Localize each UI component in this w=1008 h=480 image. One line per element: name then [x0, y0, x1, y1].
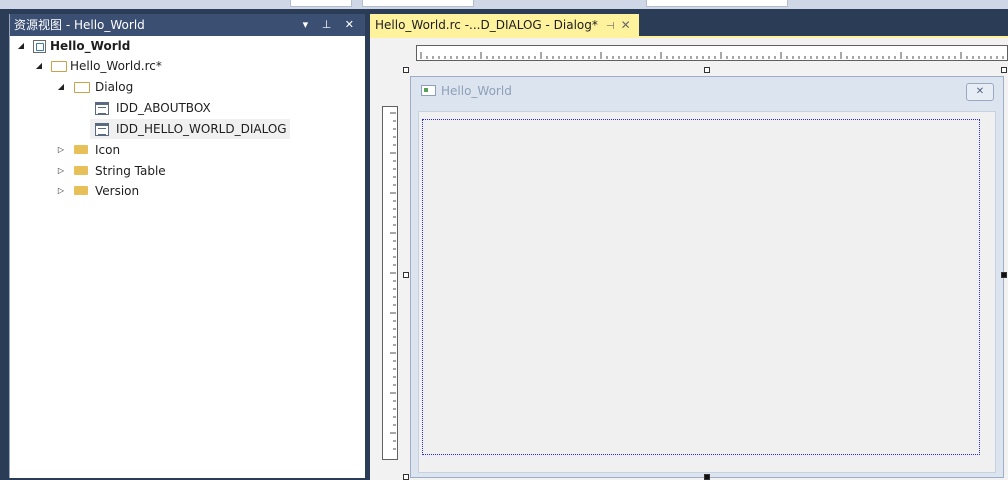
dialog-preview[interactable]: Hello_World ✕ [410, 76, 1004, 478]
tree-item-icon-folder[interactable]: ▷ Icon [10, 140, 365, 160]
dialog-close-button[interactable]: ✕ [966, 83, 994, 101]
tab-label: Hello_World.rc -...D_DIALOG - Dialog* [375, 18, 598, 32]
tree-item-rc-file[interactable]: ◢ Hello_World.rc* [10, 56, 365, 76]
tree-item-string-table-folder[interactable]: ▷ String Table [10, 161, 365, 181]
vertical-ruler[interactable] [382, 106, 398, 460]
dialog-design-surface[interactable]: Hello_World ✕ [370, 36, 1008, 480]
folder-icon [74, 166, 88, 175]
pin-icon[interactable]: ⊣ [606, 21, 615, 32]
vertical-ruler-ticks [390, 112, 396, 450]
window-icon [421, 85, 436, 96]
collapse-arrow-icon[interactable]: ◢ [56, 77, 66, 97]
toolbar-field-3[interactable] [646, 0, 788, 7]
tree-item-label: Hello_World [50, 39, 131, 53]
resize-handle[interactable] [1001, 272, 1007, 278]
folder-icon [74, 145, 88, 154]
panel-title: 资源视图 - Hello_World [14, 18, 145, 32]
tree-item-label: IDD_HELLO_WORLD_DIALOG [116, 122, 287, 136]
tab-dialog-editor[interactable]: Hello_World.rc -...D_DIALOG - Dialog* ⊣ ✕ [370, 14, 639, 36]
resize-handle[interactable] [704, 474, 710, 480]
collapse-arrow-icon[interactable]: ◢ [16, 36, 26, 56]
dialog-resource-icon [95, 123, 109, 136]
tree-item-label: Dialog [95, 80, 134, 94]
tree-item-label: String Table [95, 164, 166, 178]
project-icon [33, 40, 46, 53]
toolbar-field-2[interactable] [362, 0, 474, 7]
panel-title-bar: 资源视图 - Hello_World ▾ ⊥ ✕ [10, 14, 365, 36]
panel-controls[interactable]: ▾ ⊥ ✕ [303, 14, 359, 36]
resource-view-panel: 资源视图 - Hello_World ▾ ⊥ ✕ ◢ Hello_World ◢… [9, 14, 365, 478]
tree-item-version-folder[interactable]: ▷ Version [10, 181, 365, 201]
expand-arrow-icon[interactable]: ▷ [56, 161, 66, 181]
resize-handle[interactable] [403, 272, 409, 278]
expand-arrow-icon[interactable]: ▷ [56, 140, 66, 160]
folder-open-icon [51, 61, 67, 72]
close-icon[interactable]: ✕ [621, 18, 631, 32]
tree-item-hello-world[interactable]: ◢ Hello_World [10, 36, 365, 56]
resize-handle[interactable] [1001, 67, 1007, 73]
expand-arrow-icon[interactable]: ▷ [56, 181, 66, 201]
dialog-title-bar: Hello_World [421, 84, 512, 98]
horizontal-ruler[interactable] [416, 45, 1008, 61]
tree-item-idd-hello-world-dialog[interactable]: IDD_HELLO_WORLD_DIALOG [90, 119, 290, 139]
toolbar-field-1[interactable] [290, 0, 352, 7]
top-toolbar [0, 0, 1008, 9]
tree-item-dialog-folder[interactable]: ◢ Dialog [10, 77, 365, 97]
folder-icon [74, 186, 88, 195]
resize-handle[interactable] [403, 67, 409, 73]
folder-open-icon [74, 82, 90, 93]
tree-item-idd-aboutbox[interactable]: IDD_ABOUTBOX [10, 98, 365, 118]
dialog-title: Hello_World [441, 84, 512, 98]
tree-item-label: Hello_World.rc* [70, 59, 162, 73]
tree-item-label: Icon [95, 143, 121, 157]
resize-handle[interactable] [704, 67, 710, 73]
tree-item-label: IDD_ABOUTBOX [116, 101, 211, 115]
tree-item-label: Version [95, 184, 140, 198]
dialog-resource-icon [95, 102, 109, 115]
horizontal-ruler-ticks [420, 52, 1004, 59]
resize-handle[interactable] [403, 474, 409, 480]
collapse-arrow-icon[interactable]: ◢ [34, 56, 44, 76]
margin-guide [422, 119, 980, 455]
